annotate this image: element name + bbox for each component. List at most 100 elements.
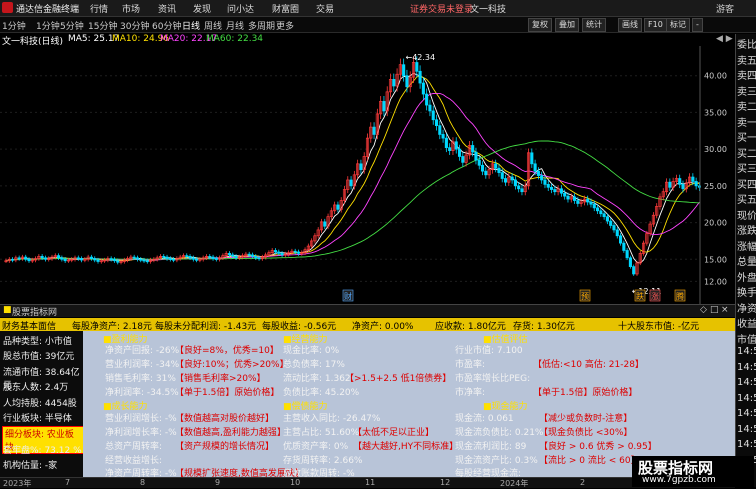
- cash-debt-note: 【现金负债比 <30%】: [539, 428, 633, 438]
- candle-body: [165, 256, 169, 259]
- menu-xiaoda[interactable]: 问小达: [227, 2, 254, 15]
- candle-body: [142, 259, 146, 262]
- tf-monthly[interactable]: 月线: [226, 19, 244, 32]
- op-debt-ratio: 总负债率: 17%: [283, 360, 345, 370]
- date-label: 10: [290, 478, 301, 487]
- candle-body: [484, 170, 488, 176]
- candle-body: [434, 119, 439, 126]
- candle-body: [254, 255, 258, 259]
- overlay-button[interactable]: 叠加: [555, 18, 579, 32]
- adjust-button[interactable]: 复权: [528, 18, 552, 32]
- date-label: 8: [140, 478, 146, 487]
- val-peg: 市盈率增长比PEG:: [455, 374, 531, 384]
- annotations: ←42.34←12.11财预跌涨腾: [342, 53, 686, 302]
- guest-label[interactable]: 游客: [716, 2, 734, 15]
- quote-field-label: 买五: [737, 195, 756, 206]
- menu-discover[interactable]: 发现: [193, 2, 211, 15]
- login-status[interactable]: 证券交易未登录: [410, 2, 473, 15]
- candle-body: [24, 256, 28, 260]
- candle-body: [172, 258, 176, 261]
- tf-more[interactable]: 更多: [276, 19, 294, 32]
- candle-body: [93, 258, 97, 261]
- cash-profit: 现金流利润比: 89: [455, 442, 527, 452]
- ma-lines: [5, 72, 700, 264]
- candle-body: [540, 175, 544, 181]
- candle-body: [494, 163, 498, 169]
- chart-options-icon[interactable]: ◀ ▶: [716, 34, 733, 44]
- debt-main: 主营占比: 51.60%: [283, 428, 360, 438]
- quote-field-label: 14:5: [737, 346, 756, 357]
- candle-body: [592, 203, 596, 209]
- menu-market[interactable]: 市场: [122, 2, 140, 15]
- tf-15m[interactable]: 15分钟: [88, 19, 117, 32]
- menu-trade[interactable]: 交易: [316, 2, 334, 15]
- cash-flow-note: 【减少或负数时-注意】: [539, 414, 633, 424]
- menu-news[interactable]: 资讯: [158, 2, 176, 15]
- event-marker: 涨: [651, 291, 659, 301]
- candle-body: [431, 110, 435, 121]
- tf-5m[interactable]: 5分钟: [60, 19, 84, 32]
- candlestick-chart[interactable]: 12.00 15.00 20.00 25.00 30.00 35.00 40.00 ←42.…: [0, 46, 735, 304]
- candle-body: [625, 250, 629, 259]
- minimize-button[interactable]: -: [692, 18, 703, 32]
- candle-body: [60, 257, 64, 260]
- candle-body: [533, 163, 537, 172]
- quote-field-label: 总量: [737, 257, 756, 268]
- quote-field-label: 涨幅: [737, 241, 756, 253]
- stats-button[interactable]: 统计: [582, 18, 606, 32]
- panel-close-button[interactable]: ×: [721, 305, 729, 315]
- panel-pin-icon[interactable]: ◇: [700, 305, 707, 315]
- menu-quotes[interactable]: 行情: [90, 2, 108, 15]
- quote-field-label: 委比: [737, 40, 756, 51]
- candle-body: [595, 207, 600, 212]
- mark-button[interactable]: 标记: [666, 18, 690, 32]
- candle-body: [57, 255, 61, 259]
- growth-asset: 总资产周转率:: [105, 442, 163, 452]
- candle-body: [280, 253, 284, 256]
- candle-body: [441, 134, 445, 139]
- menu-wealth[interactable]: 财富圈: [272, 2, 299, 15]
- event-marker: 腾: [676, 291, 684, 301]
- info-institution: 机构估量: -家: [3, 461, 58, 471]
- period-toolbar: 1分钟 1分钟 5分钟 15分钟 30分钟 60分钟 日线 周线 月线 多周期 …: [0, 17, 756, 33]
- candle-body: [43, 257, 47, 260]
- date-label: 2023年: [3, 479, 32, 488]
- event-marker: 跌: [636, 291, 644, 301]
- growth-net-note: 【数值越高,盈利能力越强】: [175, 428, 286, 438]
- tf-weekly[interactable]: 周线: [204, 19, 222, 32]
- tf-daily[interactable]: 日线: [182, 19, 200, 32]
- tf-multi[interactable]: 多周期: [248, 19, 275, 32]
- cash-profit-note: 【良好 > 0.6 优秀 > 0.95】: [539, 442, 657, 452]
- tf-tick[interactable]: 1分钟: [2, 19, 26, 32]
- profit-op-note: 【良好:10%；优秀>20%】: [175, 360, 289, 370]
- draw-button[interactable]: 画线: [618, 18, 642, 32]
- candle-body: [572, 196, 577, 201]
- y-tick-label: 25.00: [704, 182, 727, 191]
- candle-body: [589, 201, 593, 205]
- candle-body: [628, 257, 632, 267]
- op-cash-ratio: 现金比率: 0%: [283, 346, 340, 356]
- candle-body: [471, 145, 475, 153]
- y-tick-label: 12.00: [704, 277, 727, 286]
- candle-body: [112, 258, 117, 262]
- tf-30m[interactable]: 30分钟: [120, 19, 149, 32]
- panel-close-icon[interactable]: ■: [3, 305, 12, 315]
- ma-line-20: [5, 92, 700, 262]
- candle-body: [195, 258, 199, 261]
- candle-body: [415, 62, 419, 72]
- f10-button[interactable]: F10: [644, 18, 667, 32]
- candle-body: [549, 186, 554, 190]
- high-price-label: ←42.34: [406, 53, 436, 62]
- y-tick-label: 30.00: [704, 145, 727, 154]
- val-pe: 市盈率:: [455, 360, 486, 370]
- profit-net-note: 【单于1.5倍】原始价格】: [175, 388, 280, 398]
- candle-body: [619, 235, 623, 244]
- panel-max-icon[interactable]: □: [710, 305, 719, 315]
- tf-60m[interactable]: 60分钟: [152, 19, 181, 32]
- candle-body: [586, 198, 590, 203]
- quote-field-label: 收益: [737, 319, 756, 330]
- candle-body: [457, 148, 462, 157]
- tf-1m[interactable]: 1分钟: [36, 19, 60, 32]
- y-tick-label: 35.00: [704, 108, 727, 117]
- info-industry: 行业板块: 半导体: [3, 414, 72, 424]
